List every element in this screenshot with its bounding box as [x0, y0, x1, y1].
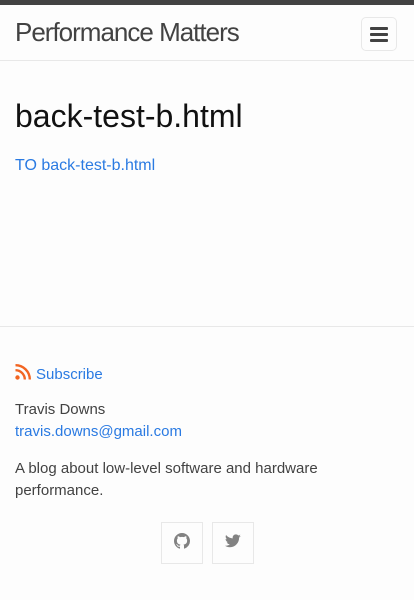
site-description: A blog about low-level software and hard… — [15, 460, 318, 499]
site-title-link[interactable]: Performance Matters — [15, 17, 240, 47]
twitter-button[interactable] — [212, 522, 254, 564]
site-header: Performance Matters — [0, 5, 414, 61]
subscribe-label: Subscribe — [36, 365, 103, 383]
rss-icon — [15, 364, 31, 385]
menu-button[interactable] — [361, 17, 397, 51]
twitter-icon — [224, 533, 241, 553]
github-button[interactable] — [161, 522, 203, 564]
page-title: back-test-b.html — [15, 98, 243, 134]
hamburger-menu-icon — [370, 26, 388, 42]
subscribe-link[interactable]: Subscribe — [15, 364, 103, 385]
author-email-link[interactable]: travis.downs@gmail.com — [15, 423, 182, 441]
site-footer: Subscribe Travis Downs travis.downs@gmai… — [0, 326, 414, 600]
author-name: Travis Downs — [15, 401, 106, 418]
github-icon — [174, 532, 190, 554]
post-link[interactable]: TO back-test-b.html — [15, 157, 155, 175]
